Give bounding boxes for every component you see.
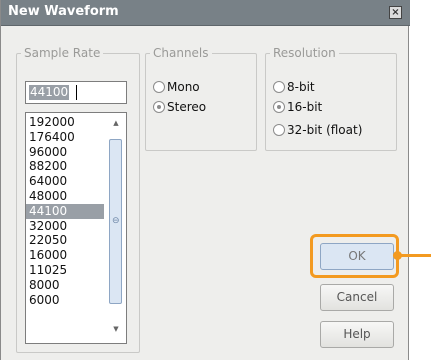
sample-rate-option[interactable]: 192000: [26, 115, 104, 130]
sample-rate-option[interactable]: 176400: [26, 130, 104, 145]
resolution-legend: Resolution: [273, 46, 336, 60]
sample-rate-option[interactable]: 44100: [26, 203, 104, 219]
sample-rate-option[interactable]: 32000: [26, 219, 104, 234]
radio-32bit-float-label: 32-bit (float): [287, 123, 363, 137]
pointer-arrow-head: [393, 251, 402, 260]
sample-rate-option[interactable]: 11025: [26, 263, 104, 278]
radio-8bit-label: 8-bit: [287, 80, 315, 94]
sample-rate-option[interactable]: 88200: [26, 159, 104, 174]
radio-16bit-circle[interactable]: [273, 101, 285, 113]
sample-rate-list[interactable]: 192000 176400 96000 88200 64000 48000 44100 320…: [25, 112, 127, 344]
new-waveform-dialog: New Waveform × Sample Rate 44100 192000 1…: [0, 0, 410, 360]
ok-button-highlight: [310, 234, 399, 278]
dialog-title: New Waveform: [8, 4, 119, 19]
sample-rate-input[interactable]: 44100: [25, 81, 127, 104]
radio-8bit-circle[interactable]: [273, 81, 285, 93]
channels-legend: Channels: [153, 46, 209, 60]
radio-stereo-circle[interactable]: [153, 101, 165, 113]
text-caret: [76, 85, 77, 100]
sample-rate-option[interactable]: 16000: [26, 248, 104, 263]
sample-rate-input-value: 44100: [29, 85, 70, 100]
radio-16bit-label: 16-bit: [287, 100, 323, 114]
sample-rate-option[interactable]: 48000: [26, 189, 104, 204]
sample-rate-option[interactable]: 6000: [26, 293, 104, 308]
scroll-up-icon[interactable]: ▲: [108, 115, 124, 131]
pointer-arrow-line: [399, 254, 431, 257]
list-scrollbar[interactable]: ▲ ⊖ ▼: [108, 115, 124, 341]
radio-mono-circle[interactable]: [153, 81, 165, 93]
scroll-grip-icon: ⊖: [112, 216, 120, 226]
close-icon[interactable]: ×: [389, 6, 402, 19]
sample-rate-option[interactable]: 8000: [26, 278, 104, 293]
sample-rate-option[interactable]: 64000: [26, 174, 104, 189]
radio-stereo-label: Stereo: [167, 100, 207, 114]
radio-mono-label: Mono: [167, 80, 200, 94]
radio-32bit-float-circle[interactable]: [273, 124, 285, 136]
sample-rate-option[interactable]: 96000: [26, 145, 104, 160]
scrollbar-thumb[interactable]: ⊖: [109, 139, 122, 304]
title-bar[interactable]: New Waveform ×: [1, 0, 410, 26]
scroll-down-icon[interactable]: ▼: [108, 321, 124, 337]
sample-rate-option[interactable]: 22050: [26, 233, 104, 248]
sample-rate-legend: Sample Rate: [24, 46, 101, 60]
cancel-button[interactable]: Cancel: [320, 284, 394, 311]
help-button[interactable]: Help: [320, 321, 394, 348]
